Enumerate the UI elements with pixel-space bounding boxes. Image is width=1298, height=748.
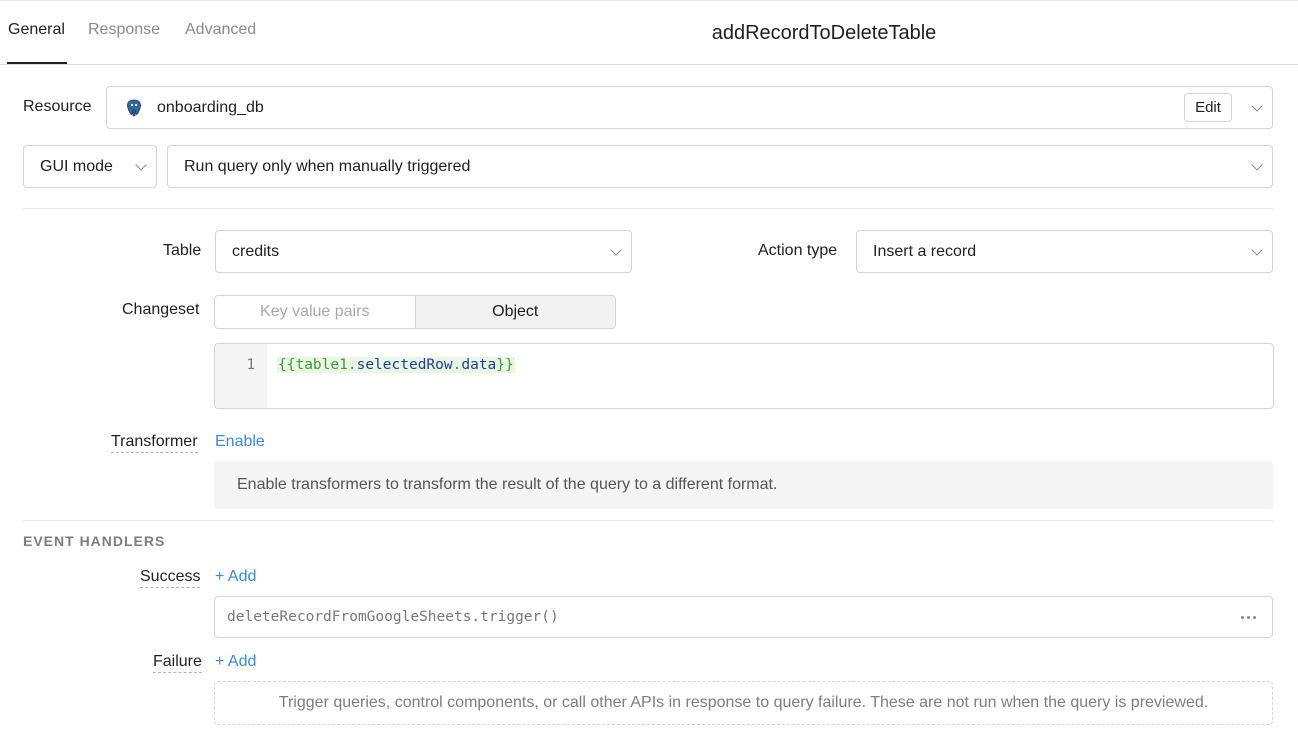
changeset-label: Changeset xyxy=(122,301,200,318)
code-gutter xyxy=(215,344,267,408)
chevron-down-icon xyxy=(1251,159,1263,171)
action-type-select[interactable]: Insert a record xyxy=(856,230,1273,273)
code-close-brace: }} xyxy=(496,357,514,373)
table-label: Table xyxy=(163,242,202,259)
object-option[interactable]: Object xyxy=(414,296,615,328)
query-title[interactable]: addRecordToDeleteTable xyxy=(712,22,937,45)
success-handler-item[interactable]: deleteRecordFromGoogleSheets.trigger() xyxy=(214,596,1273,638)
resource-select[interactable]: onboarding_db xyxy=(106,86,1273,129)
table-select[interactable]: credits xyxy=(215,230,632,273)
changeset-code-editor[interactable]: 1 {{table1.selectedRow.data}} xyxy=(214,343,1274,409)
edit-resource-button[interactable]: Edit xyxy=(1184,93,1232,122)
action-type-label: Action type xyxy=(758,242,838,259)
action-type-value: Insert a record xyxy=(873,242,977,260)
trigger-value: Run query only when manually triggered xyxy=(184,157,471,175)
mode-value: GUI mode xyxy=(40,157,113,175)
add-failure-handler-link[interactable]: + Add xyxy=(215,653,256,671)
transformer-info: Enable transformers to transform the res… xyxy=(214,461,1273,509)
event-handlers-title: EVENT HANDLERS xyxy=(23,533,166,549)
chevron-down-icon xyxy=(1251,244,1263,256)
divider xyxy=(23,520,1273,521)
key-value-pairs-option[interactable]: Key value pairs xyxy=(215,296,415,328)
code-line: {{table1.selectedRow.data}} xyxy=(277,357,515,373)
enable-transformer-link[interactable]: Enable xyxy=(215,433,265,451)
code-property: selectedRow xyxy=(356,357,453,373)
table-value: credits xyxy=(232,242,280,260)
success-label: Success xyxy=(140,568,201,588)
failure-label: Failure xyxy=(153,653,202,673)
changeset-mode-toggle: Key value pairs Object xyxy=(214,295,616,329)
chevron-down-icon xyxy=(135,159,147,171)
chevron-down-icon xyxy=(610,244,622,256)
code-open-brace: {{ xyxy=(278,357,296,373)
transformer-label: Transformer xyxy=(111,433,198,453)
trigger-select[interactable]: Run query only when manually triggered xyxy=(167,145,1273,188)
resource-label: Resource xyxy=(23,98,92,115)
add-success-handler-link[interactable]: + Add xyxy=(215,568,256,586)
code-identifier: table1 xyxy=(295,357,348,373)
query-title-wrap: addRecordToDeleteTable xyxy=(0,22,1298,45)
resource-value: onboarding_db xyxy=(157,98,264,116)
more-icon[interactable] xyxy=(1241,610,1256,624)
success-handler-text: deleteRecordFromGoogleSheets.trigger() xyxy=(227,609,559,625)
line-number: 1 xyxy=(246,357,255,373)
code-property: data xyxy=(461,357,497,373)
failure-empty-state: Trigger queries, control components, or … xyxy=(214,681,1273,725)
active-tab-indicator xyxy=(7,62,67,64)
tab-bar: General Response Advanced addRecordToDel… xyxy=(0,0,1298,65)
code-dot: . xyxy=(347,357,357,373)
chevron-down-icon xyxy=(1251,100,1263,112)
postgres-icon xyxy=(127,99,141,117)
mode-select[interactable]: GUI mode xyxy=(23,145,157,188)
divider xyxy=(23,208,1273,209)
